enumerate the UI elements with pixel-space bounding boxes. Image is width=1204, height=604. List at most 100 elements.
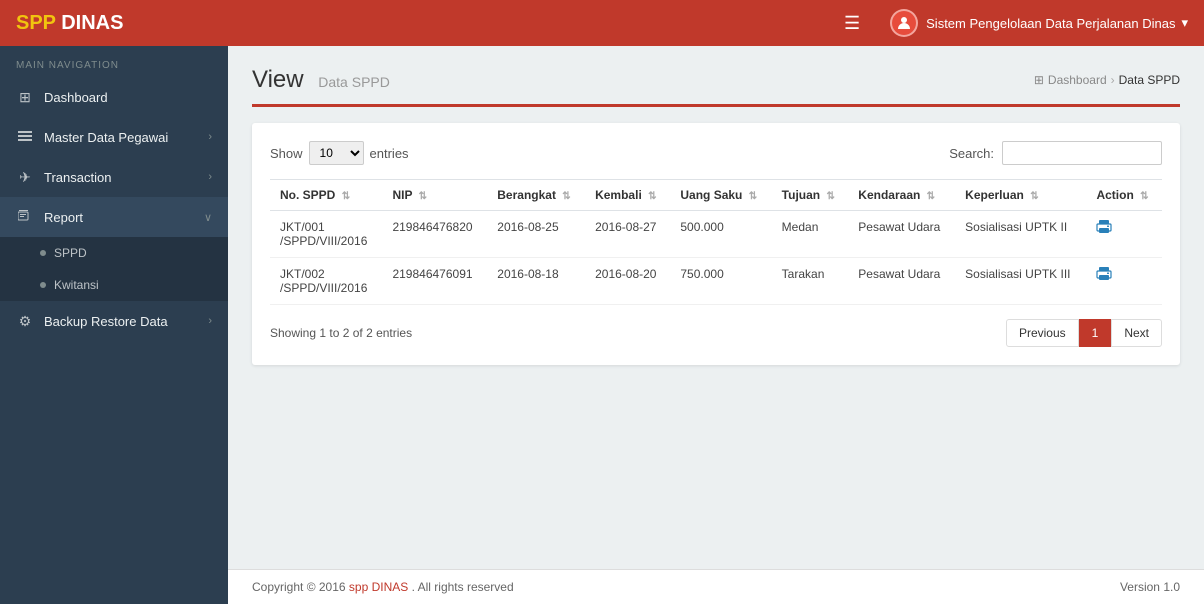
search-label: Search: (949, 146, 994, 161)
cell-action-2 (1086, 258, 1162, 305)
cell-berangkat-2: 2016-08-18 (487, 258, 585, 305)
sidebar-item-backup[interactable]: ⚙ Backup Restore Data › (0, 301, 228, 341)
footer: Copyright © 2016 spp DINAS . All rights … (228, 569, 1204, 604)
sidebar-label-dashboard: Dashboard (44, 90, 108, 105)
table-controls: Show 10 25 50 100 entries Search: (270, 141, 1162, 165)
search-box: Search: (949, 141, 1162, 165)
pagination: Previous 1 Next (1006, 319, 1162, 347)
report-icon (16, 208, 34, 226)
user-dropdown[interactable]: Sistem Pengelolaan Data Perjalanan Dinas… (890, 9, 1188, 37)
show-entries: Show 10 25 50 100 entries (270, 141, 409, 165)
main-layout: MAIN NAVIGATION ⊞ Dashboard Master Data … (0, 46, 1204, 604)
sort-icon-kendaraan[interactable]: ⇅ (927, 191, 935, 202)
col-kendaraan: Kendaraan ⇅ (848, 180, 955, 211)
sort-icon-tujuan[interactable]: ⇅ (826, 191, 834, 202)
sort-icon-kembali[interactable]: ⇅ (648, 191, 656, 202)
previous-button[interactable]: Previous (1006, 319, 1079, 347)
next-button[interactable]: Next (1111, 319, 1162, 347)
logo-part1: SPP (16, 12, 56, 34)
menu-toggle-icon[interactable]: ☰ (844, 13, 860, 34)
print-button-2[interactable] (1096, 267, 1112, 288)
page-title-area: View Data SPPD (252, 66, 390, 94)
top-header: SPP DINAS ☰ Sistem Pengelolaan Data Perj… (0, 0, 1204, 46)
sidebar-item-report[interactable]: Report ∨ (0, 197, 228, 237)
sidebar: MAIN NAVIGATION ⊞ Dashboard Master Data … (0, 46, 228, 604)
data-card: Show 10 25 50 100 entries Search: (252, 123, 1180, 365)
col-no-sppd: No. SPPD ⇅ (270, 180, 382, 211)
entries-select[interactable]: 10 25 50 100 (309, 141, 364, 165)
dropdown-arrow-icon: ▾ (1181, 15, 1188, 31)
sidebar-item-dashboard[interactable]: ⊞ Dashboard (0, 77, 228, 117)
col-keperluan: Keperluan ⇅ (955, 180, 1086, 211)
breadcrumb: ⊞ Dashboard › Data SPPD (1034, 73, 1180, 87)
logo-part2: DINAS (61, 12, 123, 34)
col-nip: NIP ⇅ (382, 180, 487, 211)
sidebar-item-transaction[interactable]: ✈ Transaction › (0, 157, 228, 197)
copyright-text: Copyright © 2016 (252, 580, 346, 594)
sort-icon-keperluan[interactable]: ⇅ (1030, 191, 1038, 202)
cell-kendaraan-2: Pesawat Udara (848, 258, 955, 305)
transaction-icon: ✈ (16, 168, 34, 186)
version-text: Version 1.0 (1120, 580, 1180, 594)
dot-icon-sppd (40, 250, 46, 256)
table-row: JKT/002/SPPD/VIII/2016 219846476091 2016… (270, 258, 1162, 305)
page-subtitle: Data SPPD (318, 74, 390, 90)
app-logo: SPP DINAS (16, 12, 123, 35)
table-header-row: No. SPPD ⇅ NIP ⇅ Berangkat ⇅ (270, 180, 1162, 211)
cell-tujuan-1: Medan (772, 211, 849, 258)
user-avatar-icon (890, 9, 918, 37)
sort-icon-nosppd[interactable]: ⇅ (342, 191, 350, 202)
cell-keperluan-2: Sosialisasi UPTK III (955, 258, 1086, 305)
sidebar-item-master-data[interactable]: Master Data Pegawai › (0, 117, 228, 157)
cell-berangkat-1: 2016-08-25 (487, 211, 585, 258)
content-area: View Data SPPD ⊞ Dashboard › Data SPPD (228, 46, 1204, 604)
col-action: Action ⇅ (1086, 180, 1162, 211)
chevron-right-icon: › (208, 131, 212, 143)
page-title: View Data SPPD (252, 66, 390, 93)
sidebar-label-backup: Backup Restore Data (44, 314, 168, 329)
sidebar-subitem-kwitansi[interactable]: Kwitansi (0, 269, 228, 301)
dashboard-icon: ⊞ (16, 88, 34, 106)
dot-icon-kwitansi (40, 282, 46, 288)
backup-icon: ⚙ (16, 312, 34, 330)
page-title-main: View (252, 66, 304, 93)
cell-kembali-2: 2016-08-20 (585, 258, 670, 305)
footer-copyright: Copyright © 2016 spp DINAS . All rights … (252, 580, 514, 594)
sidebar-sub-label-sppd: SPPD (54, 246, 87, 260)
col-uang-saku: Uang Saku ⇅ (670, 180, 771, 211)
chevron-right-icon-tx: › (208, 171, 212, 183)
page-header: View Data SPPD ⊞ Dashboard › Data SPPD (252, 66, 1180, 94)
cell-uang-saku-2: 750.000 (670, 258, 771, 305)
search-input[interactable] (1002, 141, 1162, 165)
master-data-icon (16, 128, 34, 146)
col-berangkat: Berangkat ⇅ (487, 180, 585, 211)
breadcrumb-home-icon: ⊞ (1034, 73, 1044, 87)
sort-icon-uangsaku[interactable]: ⇅ (749, 191, 757, 202)
chevron-down-icon-report: ∨ (204, 211, 212, 224)
cell-action-1 (1086, 211, 1162, 258)
print-button-1[interactable] (1096, 220, 1112, 241)
cell-kendaraan-1: Pesawat Udara (848, 211, 955, 258)
breadcrumb-item-dashboard[interactable]: Dashboard (1048, 73, 1107, 87)
page-divider (252, 104, 1180, 107)
cell-kembali-1: 2016-08-27 (585, 211, 670, 258)
sidebar-sub-label-kwitansi: Kwitansi (54, 278, 99, 292)
footer-link[interactable]: spp DINAS (349, 580, 408, 594)
show-label: Show (270, 146, 303, 161)
data-table: No. SPPD ⇅ NIP ⇅ Berangkat ⇅ (270, 179, 1162, 305)
sort-icon-action[interactable]: ⇅ (1140, 191, 1148, 202)
sort-icon-berangkat[interactable]: ⇅ (562, 191, 570, 202)
cell-nip-1: 219846476820 (382, 211, 487, 258)
table-row: JKT/001/SPPD/VIII/2016 219846476820 2016… (270, 211, 1162, 258)
sidebar-label-transaction: Transaction (44, 170, 111, 185)
sidebar-subitem-sppd[interactable]: SPPD (0, 237, 228, 269)
showing-entries-text: Showing 1 to 2 of 2 entries (270, 326, 412, 340)
system-name-label: Sistem Pengelolaan Data Perjalanan Dinas (926, 16, 1175, 31)
breadcrumb-item-current: Data SPPD (1119, 73, 1180, 87)
cell-uang-saku-1: 500.000 (670, 211, 771, 258)
page-1-button[interactable]: 1 (1079, 319, 1112, 347)
sort-icon-nip[interactable]: ⇅ (419, 191, 427, 202)
col-tujuan: Tujuan ⇅ (772, 180, 849, 211)
col-kembali: Kembali ⇅ (585, 180, 670, 211)
cell-keperluan-1: Sosialisasi UPTK II (955, 211, 1086, 258)
